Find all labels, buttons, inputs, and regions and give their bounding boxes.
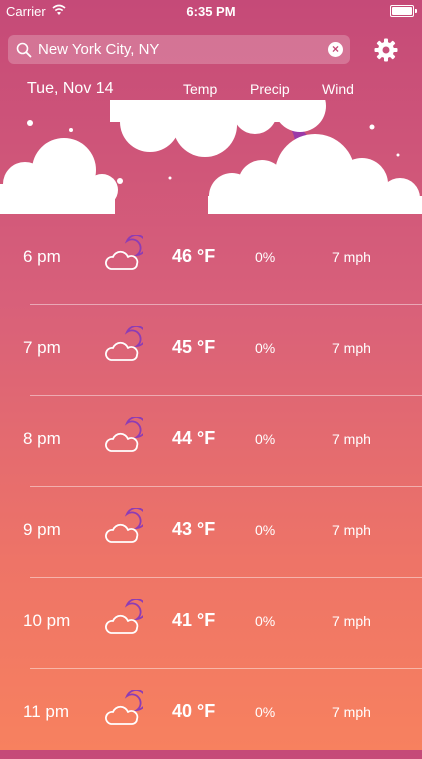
precip-value: 0% [255,704,276,720]
temperature-value: 43 °F [172,519,216,539]
wind-value: 7 mph [332,340,371,356]
cloudy-night-icon [105,690,143,725]
hourly-forecast-list[interactable]: 6 pm 46 °F 0% 7 mph 7 pm 45 °F 0% 7 mph … [0,213,422,759]
selected-date: Tue, Nov 14 [27,80,114,97]
temperature-value: 41 °F [172,610,216,630]
hourly-row[interactable]: 8 pm 44 °F 0% 7 mph [0,395,422,487]
search-icon [16,42,32,58]
precip-value: 0% [255,522,276,538]
hour-label: 8 pm [23,429,61,448]
precip-value: 0% [255,431,276,447]
cloud-left-icon [0,138,118,214]
location-search-bar[interactable]: × [8,35,350,64]
gear-icon[interactable] [374,38,398,62]
night-sky-illustration [0,100,422,214]
temp-column-header: Temp [183,81,218,97]
precip-value: 0% [255,340,276,356]
precip-column-header: Precip [250,81,290,97]
wind-column-header: Wind [322,81,354,97]
cloudy-night-icon [105,326,143,361]
wind-value: 7 mph [332,613,371,629]
hour-label: 9 pm [23,520,61,539]
cloudy-night-icon [105,599,143,634]
hour-label: 7 pm [23,338,61,357]
temperature-value: 46 °F [172,246,216,266]
cloudy-night-icon [105,235,143,270]
status-bar: Carrier 6:35 PM [0,0,422,22]
cloud-right-icon [208,134,422,214]
clear-icon[interactable]: × [328,42,343,57]
battery-icon [390,5,417,17]
cloudy-night-icon [105,417,143,452]
temperature-value: 45 °F [172,337,216,357]
temperature-value: 44 °F [172,428,216,448]
location-search-input[interactable] [38,38,328,61]
wind-value: 7 mph [332,249,371,265]
hour-label: 6 pm [23,247,61,266]
status-time: 6:35 PM [186,4,236,19]
wind-value: 7 mph [332,522,371,538]
hourly-row[interactable]: 6 pm 46 °F 0% 7 mph [0,213,422,305]
wind-value: 7 mph [332,431,371,447]
precip-value: 0% [255,249,276,265]
hourly-row[interactable]: 7 pm 45 °F 0% 7 mph [0,304,422,396]
hourly-row[interactable]: 10 pm 41 °F 0% 7 mph [0,577,422,669]
hourly-row[interactable]: 11 pm 40 °F 0% 7 mph [0,668,422,759]
cloudy-night-icon [105,508,143,543]
hourly-row[interactable]: 9 pm 43 °F 0% 7 mph [0,486,422,578]
hour-label: 11 pm [23,702,69,721]
precip-value: 0% [255,613,276,629]
hour-label: 10 pm [23,611,71,630]
wind-value: 7 mph [332,704,371,720]
temperature-value: 40 °F [172,701,216,721]
